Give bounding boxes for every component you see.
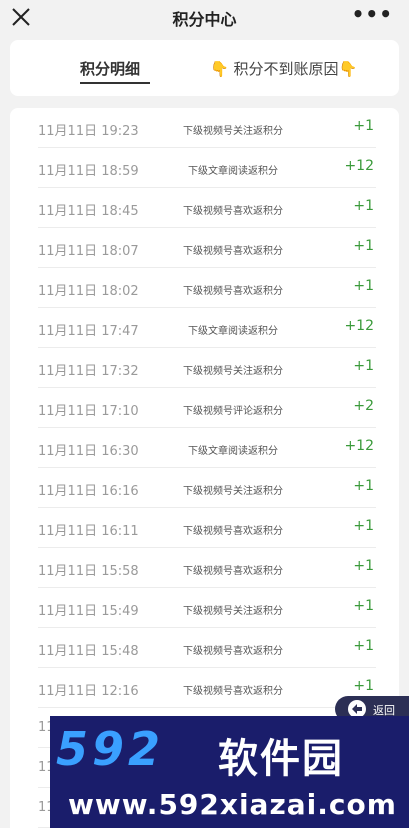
watermark-name: 软件园 [218,736,344,782]
record-points: +1 [353,198,374,214]
more-icon[interactable]: ••• [352,4,393,24]
record-time: 11月11日 16:30 [38,444,139,459]
record-row: 11月11日 18:59 下级文章阅读返积分 +12 [38,148,376,188]
watermark-logo: 592 [56,722,165,776]
record-row: 11月11日 18:45 下级视频号喜欢返积分 +1 [38,188,376,228]
record-points: +1 [353,478,374,494]
record-time: 11月11日 18:07 [38,244,139,259]
record-description: 下级文章阅读返积分 [188,326,278,337]
record-time: 11月11日 15:49 [38,604,139,619]
record-points: +2 [353,398,374,414]
active-tab-underline [80,82,150,84]
record-row: 11月11日 16:16 下级视频号关注返积分 +1 [38,468,376,508]
record-points: +1 [353,678,374,694]
record-points: +1 [353,518,374,534]
record-description: 下级视频号喜欢返积分 [183,646,283,657]
record-points: +12 [344,318,374,334]
record-points: +1 [353,558,374,574]
record-row: 11月11日 12:16 下级视频号喜欢返积分 +1 [38,668,376,708]
record-row: 11月11日 16:30 下级文章阅读返积分 +12 [38,428,376,468]
record-description: 下级视频号关注返积分 [183,486,283,497]
watermark-banner: 592 软件园 www.592xiazai.com [50,716,409,828]
record-points: +1 [353,278,374,294]
record-points: +1 [353,238,374,254]
record-points: +12 [344,438,374,454]
record-time: 11月11日 17:32 [38,364,139,379]
record-description: 下级视频号喜欢返积分 [183,686,283,697]
record-time: 11月11日 18:59 [38,164,139,179]
record-points: +12 [344,158,374,174]
record-description: 下级视频号喜欢返积分 [183,286,283,297]
record-row: 11月11日 15:49 下级视频号关注返积分 +1 [38,588,376,628]
record-time: 11月11日 19:23 [38,124,139,139]
record-description: 下级文章阅读返积分 [188,446,278,457]
record-time: 11月11日 18:45 [38,204,139,219]
record-time: 11月11日 12:16 [38,684,139,699]
record-row: 11月11日 18:07 下级视频号喜欢返积分 +1 [38,228,376,268]
record-row: 11月11日 17:47 下级文章阅读返积分 +12 [38,308,376,348]
record-description: 下级视频号关注返积分 [183,126,283,137]
record-time: 11月11日 18:02 [38,284,139,299]
record-time: 11月11日 16:16 [38,484,139,499]
record-row: 11月11日 15:48 下级视频号喜欢返积分 +1 [38,628,376,668]
record-points: +1 [353,638,374,654]
record-points: +1 [353,118,374,134]
record-description: 下级视频号关注返积分 [183,606,283,617]
record-description: 下级视频号喜欢返积分 [183,206,283,217]
record-row: 11月11日 18:02 下级视频号喜欢返积分 +1 [38,268,376,308]
record-time: 11月11日 16:11 [38,524,139,539]
record-description: 下级视频号关注返积分 [183,366,283,377]
record-points: +1 [353,358,374,374]
record-description: 下级文章阅读返积分 [188,166,278,177]
record-time: 11月11日 15:58 [38,564,139,579]
record-time: 11月11日 15:48 [38,644,139,659]
record-description: 下级视频号喜欢返积分 [183,246,283,257]
tabs-card: 积分明细 👇 积分不到账原因👇 [10,40,399,96]
tab-points-detail[interactable]: 积分明细 [80,58,140,79]
record-time: 11月11日 17:10 [38,404,139,419]
tab-points-missing-reason[interactable]: 👇 积分不到账原因👇 [210,58,357,79]
record-description: 下级视频号评论返积分 [183,406,283,417]
page-title: 积分中心 [172,10,237,29]
top-bar: 积分中心 ••• [0,0,409,34]
record-row: 11月11日 16:11 下级视频号喜欢返积分 +1 [38,508,376,548]
record-description: 下级视频号喜欢返积分 [183,566,283,577]
record-row: 11月11日 17:32 下级视频号关注返积分 +1 [38,348,376,388]
record-description: 下级视频号喜欢返积分 [183,526,283,537]
record-row: 11月11日 15:58 下级视频号喜欢返积分 +1 [38,548,376,588]
record-time: 11月11日 17:47 [38,324,139,339]
record-row: 11月11日 17:10 下级视频号评论返积分 +2 [38,388,376,428]
record-points: +1 [353,598,374,614]
record-row: 11月11日 19:23 下级视频号关注返积分 +1 [38,108,376,148]
watermark-url: www.592xiazai.com [68,788,397,821]
